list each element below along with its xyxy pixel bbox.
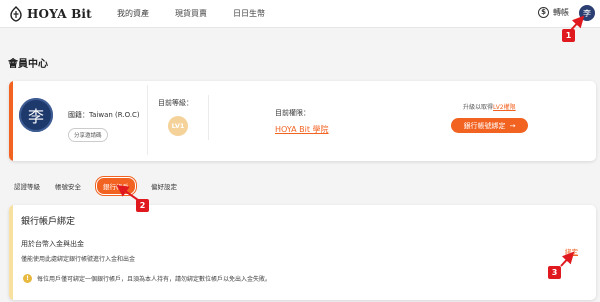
main-nav: 我的資產 現貨買賣 日日生幣 — [117, 8, 265, 19]
tab-account-security[interactable]: 帳號安全 — [55, 181, 81, 191]
top-navbar: HOYA Bit 我的資產 現貨買賣 日日生幣 $ 轉帳 李 — [0, 0, 600, 28]
current-level-label: 目前等級： — [158, 99, 193, 107]
user-avatar-menu[interactable]: 李 — [579, 5, 595, 21]
bank-binding-description: 僅能使用此處綁定銀行帳號進行入金和出金 — [21, 256, 136, 263]
brand-logo[interactable]: HOYA Bit — [8, 6, 92, 22]
hoya-logo-icon — [10, 6, 22, 22]
hoya-academy-link[interactable]: HOYA Bit 學院 — [275, 124, 329, 135]
current-permission-label: 目前權限： — [275, 109, 310, 117]
notice-text: 每位用戶僅可綁定一個銀行帳戶，且須為本人持有，請勿綁定數位帳戶以免出入金失敗。 — [37, 276, 272, 283]
tab-preferences[interactable]: 偏好設定 — [151, 181, 177, 191]
card-divider — [147, 85, 148, 155]
card-accent-bar — [9, 81, 13, 161]
nav-item-spot-trading[interactable]: 現貨買賣 — [175, 8, 207, 19]
bind-bank-link[interactable]: 綁定 — [565, 246, 578, 256]
arrow-right-icon: → — [509, 121, 516, 130]
bank-binding-subtitle: 用於台幣入金與出金 — [21, 240, 84, 248]
nav-item-daily-earn[interactable]: 日日生幣 — [233, 8, 265, 19]
bind-bank-button-label: 銀行帳號綁定 — [463, 121, 506, 130]
level-badge: LV1 — [168, 116, 188, 136]
bind-bank-account-button[interactable]: 銀行帳號綁定 → — [451, 118, 528, 133]
member-info-card: 李 國籍：Taiwan (R.O.C) 分享邀請碼 目前等級： LV1 目前權限… — [9, 81, 596, 161]
bank-binding-notice: ! 每位用戶僅可綁定一個銀行帳戶，且須為本人持有，請勿綁定數位帳戶以免出入金失敗… — [23, 274, 271, 283]
bank-binding-title: 銀行帳戶綁定 — [21, 217, 76, 227]
info-icon: ! — [23, 274, 32, 283]
page-title: 會員中心 — [8, 59, 48, 70]
card-accent-bar — [9, 205, 13, 300]
nav-item-assets[interactable]: 我的資產 — [117, 8, 149, 19]
tab-verification-level[interactable]: 認證等級 — [14, 181, 40, 191]
annotation-badge-3: 3 — [548, 266, 561, 279]
card-divider-2 — [208, 95, 209, 140]
dollar-circle-icon: $ — [538, 7, 549, 18]
bank-binding-card: 銀行帳戶綁定 用於台幣入金與出金 僅能使用此處綁定銀行帳號進行入金和出金 ! 每… — [9, 205, 596, 300]
upgrade-hint: 升級以取得LV2權限 — [463, 102, 516, 111]
member-tabs: 認證等級 帳號安全 銀行帳戶 偏好設定 — [14, 177, 192, 195]
share-invite-code-button[interactable]: 分享邀請碼 — [68, 128, 108, 142]
member-avatar: 李 — [19, 98, 53, 132]
annotation-badge-2: 2 — [136, 199, 149, 212]
transfer-label: 轉帳 — [553, 8, 569, 17]
lv2-permission-link[interactable]: LV2權限 — [493, 104, 516, 111]
brand-name: HOYA Bit — [27, 7, 92, 21]
tab-bank-account[interactable]: 銀行帳戶 — [96, 177, 136, 195]
transfer-menu[interactable]: $ 轉帳 — [538, 7, 569, 18]
annotation-badge-1: 1 — [562, 29, 575, 42]
upgrade-prefix: 升級以取得 — [463, 104, 494, 111]
nationality-text: 國籍：Taiwan (R.O.C) — [68, 111, 140, 119]
